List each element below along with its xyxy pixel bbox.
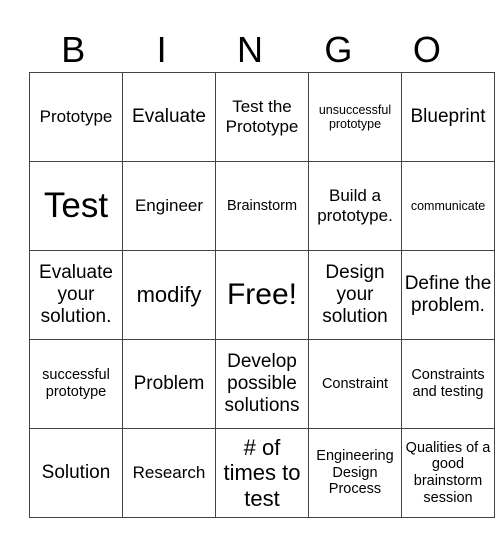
bingo-row: Prototype Evaluate Test the Prototype unsuc…: [29, 72, 495, 162]
bingo-cell[interactable]: Constraint: [308, 339, 402, 429]
header-letter-n: N: [237, 29, 264, 70]
bingo-cell[interactable]: Define the problem.: [401, 250, 495, 340]
header-letter-i: I: [156, 29, 167, 70]
header-letter-g: G: [324, 29, 353, 70]
bingo-cell[interactable]: Engineer: [122, 161, 216, 251]
bingo-cell[interactable]: Constraints and testing: [401, 339, 495, 429]
bingo-cell[interactable]: Problem: [122, 339, 216, 429]
bingo-row: Solution Research # of times to test Engine…: [29, 428, 495, 518]
bingo-cell[interactable]: Prototype: [29, 72, 123, 162]
bingo-cell[interactable]: Research: [122, 428, 216, 518]
bingo-cell[interactable]: modify: [122, 250, 216, 340]
bingo-cell[interactable]: successful prototype: [29, 339, 123, 429]
bingo-cell[interactable]: # of times to test: [215, 428, 309, 518]
header-letter-o: O: [412, 29, 441, 70]
bingo-cell[interactable]: Develop possible solutions: [215, 339, 309, 429]
bingo-row: Test Engineer Brainstorm Build a prototype.…: [29, 161, 495, 251]
free-space-cell[interactable]: Free!: [215, 250, 309, 340]
bingo-cell[interactable]: Qualities of a good brainstorm session: [401, 428, 495, 518]
bingo-cell[interactable]: Blueprint: [401, 72, 495, 162]
bingo-cell[interactable]: Build a prototype.: [308, 161, 402, 251]
bingo-cell[interactable]: Test the Prototype: [215, 72, 309, 162]
bingo-cell[interactable]: Test: [29, 161, 123, 251]
header-letter-b: B: [61, 29, 86, 70]
bingo-header: B I N G O: [29, 28, 471, 72]
bingo-cell[interactable]: unsuccessful prototype: [308, 72, 402, 162]
bingo-cell[interactable]: Brainstorm: [215, 161, 309, 251]
bingo-cell[interactable]: Engineering Design Process: [308, 428, 402, 518]
bingo-row: Evaluate your solution. modify Free! Design…: [29, 250, 495, 340]
bingo-card: Prototype Evaluate Test the Prototype unsuc…: [29, 72, 495, 518]
bingo-cell[interactable]: Design your solution: [308, 250, 402, 340]
bingo-cell[interactable]: communicate: [401, 161, 495, 251]
bingo-cell[interactable]: Solution: [29, 428, 123, 518]
bingo-cell[interactable]: Evaluate your solution.: [29, 250, 123, 340]
bingo-row: successful prototype Problem Develop possi…: [29, 339, 495, 429]
bingo-cell[interactable]: Evaluate: [122, 72, 216, 162]
